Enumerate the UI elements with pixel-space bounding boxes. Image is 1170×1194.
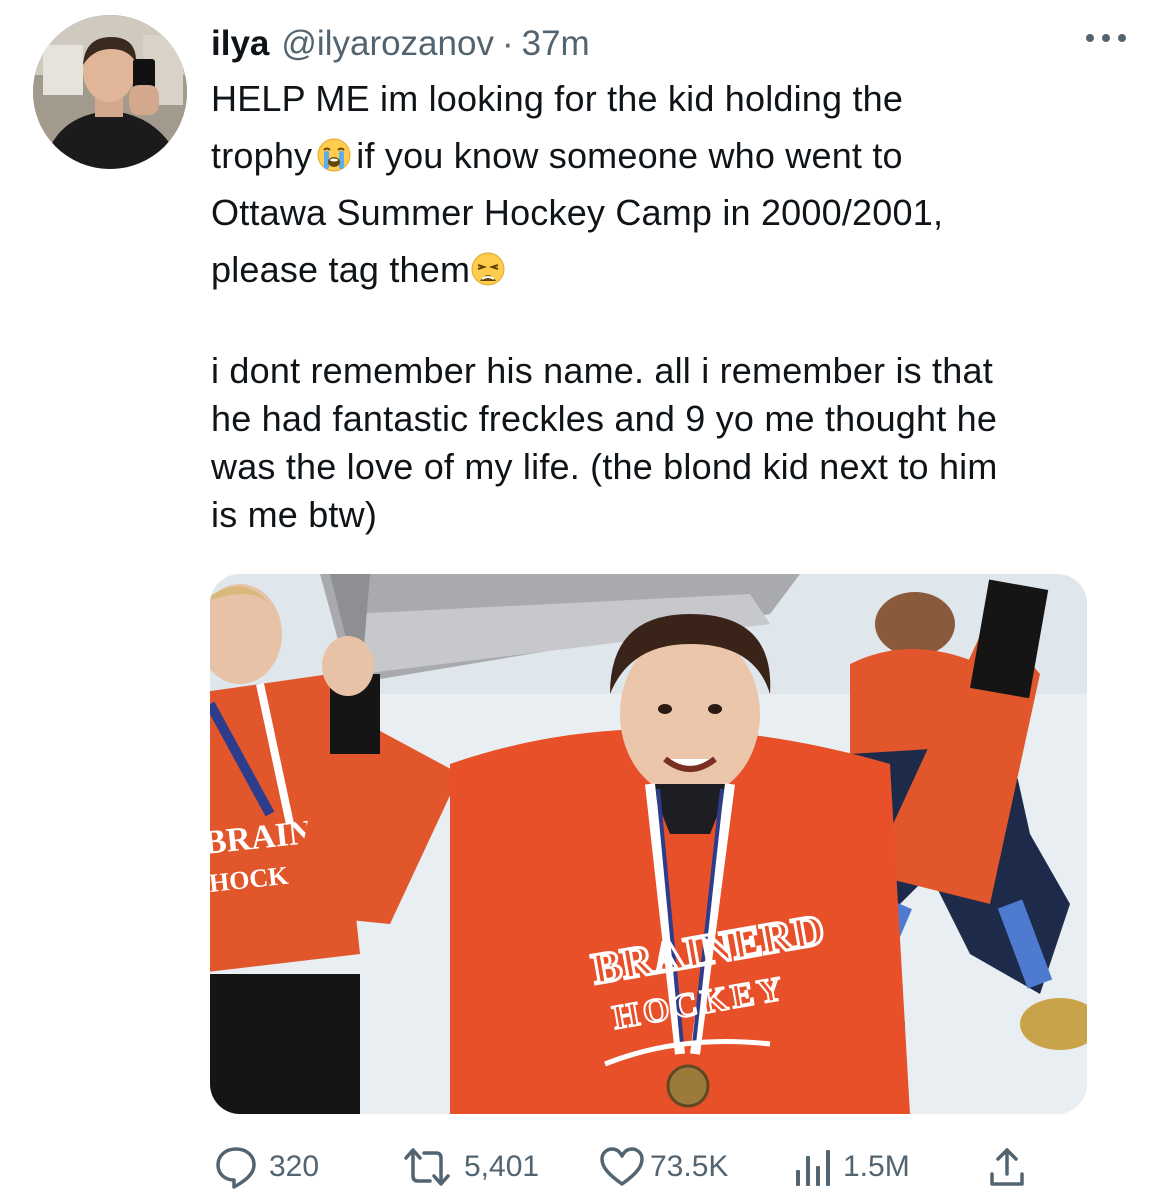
header-separator: · [501, 24, 514, 63]
tweet-photo[interactable]: BRAIN HOCK BRAINERD HOCKEY [210, 574, 1087, 1114]
reply-icon [216, 1147, 256, 1189]
tweet-text-fragment: please tag them [211, 249, 471, 290]
retweet-count: 5,401 [464, 1150, 540, 1183]
views-count: 1.5M [843, 1150, 910, 1183]
tweet-text-paragraph-1: HELP ME im looking for the kid holding t… [211, 70, 1141, 298]
more-dot [1102, 34, 1110, 42]
loudly-crying-face-emoji [317, 138, 351, 172]
display-name[interactable]: ilya [211, 24, 269, 64]
tweet-text-line: trophy if you know someone who went to [211, 127, 1141, 184]
timestamp[interactable]: 37m [522, 24, 590, 64]
like-icon [600, 1147, 644, 1186]
tweet: ilya @ilyarozanov · 37m HELP ME im looki… [0, 0, 1170, 1194]
tweet-text-line: Ottawa Summer Hockey Camp in 2000/2001, [211, 192, 944, 233]
more-dot [1086, 34, 1094, 42]
reply-button[interactable]: 320 [213, 1140, 319, 1194]
tweet-text-line: i dont remember his name. all i remember… [211, 350, 993, 391]
retweet-button[interactable]: 5,401 [400, 1140, 539, 1194]
views-icon [796, 1150, 830, 1186]
user-handle[interactable]: @ilyarozanov [281, 24, 494, 64]
reply-count: 320 [269, 1150, 320, 1183]
tweet-text-line: was the love of my life. (the blond kid … [211, 446, 998, 487]
tweet-actions: 320 5,401 73.5K 1.5M [0, 1140, 1170, 1194]
tweet-text-line: please tag them [211, 241, 1141, 298]
retweet-icon [404, 1148, 450, 1186]
like-count: 73.5K [650, 1150, 729, 1183]
tweet-text-line: he had fantastic freckles and 9 yo me th… [211, 398, 998, 439]
share-button[interactable] [987, 1140, 1027, 1194]
tweet-header: ilya @ilyarozanov · 37m [211, 20, 590, 68]
weary-face-emoji [471, 252, 505, 286]
tweet-text-line: is me btw) [211, 494, 378, 535]
tweet-text-fragment: if you know someone who went to [356, 135, 903, 176]
more-dot [1118, 34, 1126, 42]
tweet-text-paragraph-2: i dont remember his name. all i remember… [211, 347, 1151, 539]
tweet-text-fragment: trophy [211, 135, 313, 176]
avatar[interactable] [33, 15, 187, 169]
share-icon [990, 1148, 1024, 1186]
like-button[interactable]: 73.5K [598, 1140, 728, 1194]
views-button[interactable]: 1.5M [793, 1140, 910, 1194]
tweet-text-line: HELP ME im looking for the kid holding t… [211, 78, 904, 119]
more-icon[interactable] [1086, 28, 1126, 48]
